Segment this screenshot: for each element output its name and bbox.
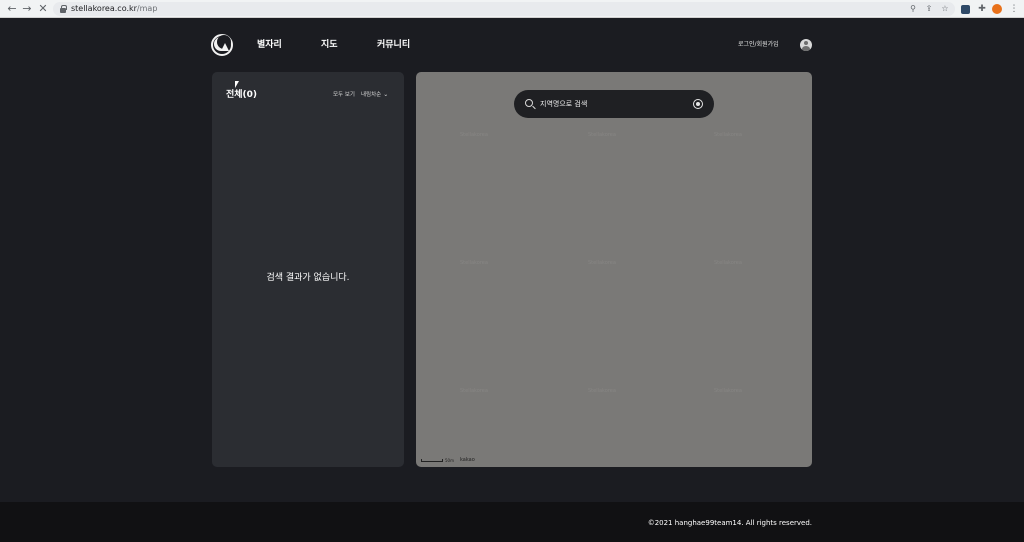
forward-icon[interactable]: → (20, 2, 34, 16)
map-watermark: Stellakorea (588, 388, 616, 394)
map-scale-bar (421, 459, 443, 462)
map-search-bar (514, 90, 714, 118)
chevron-down-icon: ⌄ (383, 91, 389, 98)
location-icon[interactable]: ⚲ (908, 4, 918, 14)
map-scale-label: 50m (445, 458, 454, 463)
login-signup-link[interactable]: 로그인/회원가입 (738, 41, 779, 49)
current-location-icon[interactable] (693, 99, 703, 109)
puzzle-icon[interactable]: ✚ (976, 3, 988, 15)
nav-community[interactable]: 커뮤니티 (377, 39, 410, 51)
mouse-cursor-icon (235, 81, 239, 88)
profile-avatar[interactable] (992, 4, 1002, 14)
url-path: /map (136, 4, 158, 13)
view-all-button[interactable]: 모두 보기 (333, 91, 355, 99)
lock-icon (60, 5, 67, 13)
result-list-panel: 전체(0) 모두 보기 내림차순 ⌄ 검색 결과가 없습니다. (212, 72, 404, 467)
address-url[interactable]: stellakorea.co.kr/map (71, 3, 157, 15)
back-icon[interactable]: ← (5, 2, 19, 16)
user-icon[interactable] (800, 39, 812, 51)
map-watermark: Stellakorea (588, 132, 616, 138)
star-icon[interactable]: ☆ (940, 4, 950, 14)
empty-results-message: 검색 결과가 없습니다. (266, 273, 350, 283)
address-bar[interactable]: stellakorea.co.kr/map ⚲ ⇪ ☆ (53, 2, 955, 16)
sort-dropdown[interactable]: 내림차순 ⌄ (361, 91, 388, 99)
result-count-title: 전체(0) (226, 90, 258, 100)
mountain-icon (221, 43, 229, 51)
region-search-input[interactable] (540, 98, 690, 110)
search-icon[interactable] (525, 99, 533, 107)
browser-toolbar: ← → ✕ stellakorea.co.kr/map ⚲ ⇪ ☆ ✚ ⋮ (0, 0, 1024, 18)
site-logo[interactable] (211, 34, 233, 56)
site-footer: ©2021 hanghae99team14. All rights reserv… (0, 502, 1024, 542)
extension-icon[interactable] (961, 5, 970, 14)
copyright-text: ©2021 hanghae99team14. All rights reserv… (647, 519, 812, 527)
map-attribution[interactable]: kakao (460, 457, 475, 464)
stop-loading-icon[interactable]: ✕ (36, 2, 50, 16)
map-watermark: Stellakorea (714, 260, 742, 266)
menu-icon[interactable]: ⋮ (1008, 3, 1020, 15)
map-watermark: Stellakorea (460, 132, 488, 138)
url-host: stellakorea.co.kr (71, 4, 137, 13)
share-icon[interactable]: ⇪ (924, 4, 934, 14)
map-watermark: Stellakorea (460, 388, 488, 394)
map-watermark: Stellakorea (714, 132, 742, 138)
map-watermark: Stellakorea (460, 260, 488, 266)
map-watermark: Stellakorea (588, 260, 616, 266)
map-view[interactable]: Stellakorea Stellakorea Stellakorea Stel… (416, 72, 812, 467)
nav-map[interactable]: 지도 (321, 39, 338, 51)
nav-constellation[interactable]: 별자리 (257, 39, 282, 51)
sort-label: 내림차순 (361, 92, 382, 98)
map-watermark: Stellakorea (714, 388, 742, 394)
